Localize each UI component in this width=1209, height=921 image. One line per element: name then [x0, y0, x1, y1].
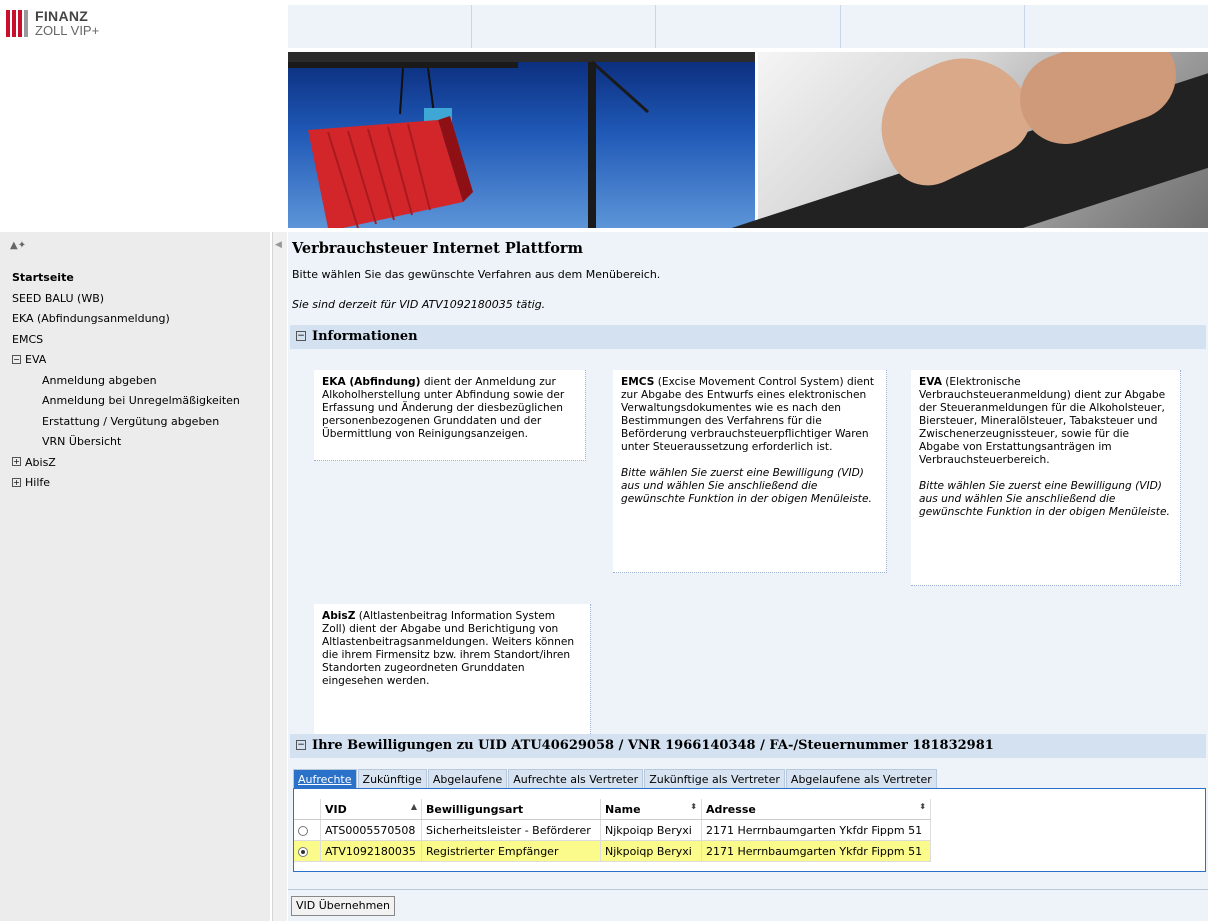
active-vid-status: Sie sind derzeit für VID ATV1092180035 t…: [292, 298, 546, 311]
permissions-table: VID ▲ Bewilligungsart Name ⬍ Adresse ⬍ ATS0…: [294, 799, 931, 862]
finanz-zoll-logo[interactable]: FINANZ ZOLL VIP+: [6, 6, 166, 46]
divider: [288, 889, 1208, 890]
collapse-toggle-icon[interactable]: −: [296, 739, 306, 750]
top-nav-slot[interactable]: [841, 5, 1025, 48]
container-crane-image: [288, 52, 755, 228]
info-card-abisz: AbisZ (Altlastenbeitrag Information Syst…: [314, 604, 591, 740]
logo-title: FINANZ: [35, 8, 89, 24]
tab-abgelaufene[interactable]: Abgelaufene: [427, 769, 508, 789]
row-select-cell: [294, 840, 321, 862]
card-heading: EVA: [919, 376, 942, 388]
sidebar-tools-icon[interactable]: ▲✦: [10, 240, 26, 251]
card-heading: EKA (Abfindung): [322, 376, 421, 388]
sidebar-item-eva[interactable]: − EVA: [0, 350, 270, 371]
collapse-toggle-icon[interactable]: −: [296, 330, 306, 341]
expand-toggle-icon[interactable]: +: [12, 457, 21, 466]
card-heading: EMCS: [621, 376, 655, 388]
collapse-arrow-icon: ◀: [275, 240, 282, 250]
top-nav-slot[interactable]: [288, 5, 473, 48]
cell-adresse: 2171 Herrnbaumgarten Ykfdr Fippm 51: [701, 819, 931, 841]
column-header-adresse[interactable]: Adresse ⬍: [701, 799, 931, 820]
sort-icon[interactable]: ⬍: [690, 802, 697, 811]
cell-vid: ATV1092180035: [320, 840, 422, 862]
tab-zukuenftige-vertreter[interactable]: Zukünftige als Vertreter: [644, 769, 785, 789]
sidebar-menu: Startseite SEED BALU (WB) EKA (Abfindung…: [0, 268, 270, 494]
container-illustration: [288, 52, 755, 228]
table-row-selected[interactable]: ATV1092180035 Registrierter Empfänger Nj…: [294, 840, 931, 862]
cell-adresse: 2171 Herrnbaumgarten Ykfdr Fippm 51: [701, 840, 931, 862]
cell-name: Njkpoiqp Beryxi: [600, 840, 702, 862]
top-navigation-bar: [288, 5, 1208, 48]
row-radio-button[interactable]: [298, 846, 308, 857]
cell-bewilligungsart: Registrierter Empfänger: [421, 840, 601, 862]
top-nav-slot[interactable]: [656, 5, 841, 48]
sidebar-item-anmeldung-unregelmaessigkeiten[interactable]: Anmeldung bei Unregelmäßigkeiten: [0, 391, 270, 412]
sidebar-item-abisz[interactable]: + AbisZ: [0, 453, 270, 474]
logo-subtitle: ZOLL VIP+: [35, 23, 100, 38]
cell-bewilligungsart: Sicherheitsleister - Beförderer: [421, 819, 601, 841]
main-content: Verbrauchsteuer Internet Plattform Bitte…: [288, 232, 1208, 921]
permission-tabs: Aufrechte Zukünftige Abgelaufene Aufrech…: [293, 769, 938, 789]
sidebar-item-hilfe[interactable]: + Hilfe: [0, 473, 270, 494]
sort-asc-icon[interactable]: ▲: [411, 802, 417, 811]
row-select-cell: [294, 819, 321, 841]
card-note: Bitte wählen Sie zuerst eine Bewilligung…: [621, 467, 872, 505]
keyboard-hands-image: [726, 52, 1208, 228]
intro-text: Bitte wählen Sie das gewünschte Verfahre…: [292, 268, 661, 281]
column-header-vid[interactable]: VID ▲: [320, 799, 422, 820]
tab-aufrechte[interactable]: Aufrechte: [293, 769, 357, 789]
tab-zukuenftige[interactable]: Zukünftige: [357, 769, 427, 789]
cell-vid: ATS0005570508: [320, 819, 422, 841]
permissions-grid: VID ▲ Bewilligungsart Name ⬍ Adresse ⬍ ATS0…: [293, 788, 1206, 872]
row-radio-button[interactable]: [298, 825, 308, 836]
info-card-eva: EVA (Elektronische Verbrauchsteueranmeld…: [911, 370, 1181, 586]
sidebar-item-vrn-uebersicht[interactable]: VRN Übersicht: [0, 432, 270, 453]
sort-icon[interactable]: ⬍: [919, 802, 926, 811]
expand-toggle-icon[interactable]: +: [12, 477, 21, 487]
card-heading: AbisZ: [322, 610, 356, 622]
cell-name: Njkpoiqp Beryxi: [600, 819, 702, 841]
vid-uebernehmen-button[interactable]: VID Übernehmen: [291, 896, 396, 916]
info-card-eka: EKA (Abfindung) dient der Anmeldung zur …: [314, 370, 586, 461]
card-text: (Excise Movement Control System) dient z…: [621, 376, 875, 453]
sidebar-item-seed-balu[interactable]: SEED BALU (WB): [0, 289, 270, 310]
info-card-emcs: EMCS (Excise Movement Control System) di…: [613, 370, 887, 573]
select-column-header: [294, 799, 321, 820]
permissions-section-header[interactable]: − Ihre Bewilligungen zu UID ATU40629058 /…: [290, 734, 1206, 758]
header-banner: [288, 52, 1208, 228]
collapse-toggle-icon[interactable]: −: [12, 354, 21, 364]
page-title: Verbrauchsteuer Internet Plattform: [292, 240, 583, 257]
information-section-header[interactable]: − Informationen: [290, 325, 1206, 349]
sidebar: ▲✦ Startseite SEED BALU (WB) EKA (Abfind…: [0, 232, 270, 921]
card-text: (Elektronische Verbrauchsteueranmeldung)…: [919, 376, 1166, 466]
top-nav-slot[interactable]: [472, 5, 657, 48]
top-nav-slot[interactable]: [1025, 5, 1208, 48]
card-text: (Altlastenbeitrag Information System Zol…: [322, 610, 575, 687]
sidebar-collapse-handle[interactable]: ◀: [272, 232, 287, 921]
sidebar-item-anmeldung-abgeben[interactable]: Anmeldung abgeben: [0, 371, 270, 392]
sidebar-item-startseite[interactable]: Startseite: [0, 268, 270, 289]
table-row[interactable]: ATS0005570508 Sicherheitsleister - Beför…: [294, 819, 931, 841]
sidebar-item-erstattung[interactable]: Erstattung / Vergütung abgeben: [0, 412, 270, 433]
tab-aufrechte-vertreter[interactable]: Aufrechte als Vertreter: [508, 769, 644, 789]
card-note: Bitte wählen Sie zuerst eine Bewilligung…: [919, 480, 1170, 518]
tab-abgelaufene-vertreter[interactable]: Abgelaufene als Vertreter: [785, 769, 937, 789]
column-header-bewilligungsart[interactable]: Bewilligungsart: [421, 799, 601, 820]
sidebar-item-eka[interactable]: EKA (Abfindungsanmeldung): [0, 309, 270, 330]
sidebar-item-emcs[interactable]: EMCS: [0, 330, 270, 351]
column-header-name[interactable]: Name ⬍: [600, 799, 702, 820]
